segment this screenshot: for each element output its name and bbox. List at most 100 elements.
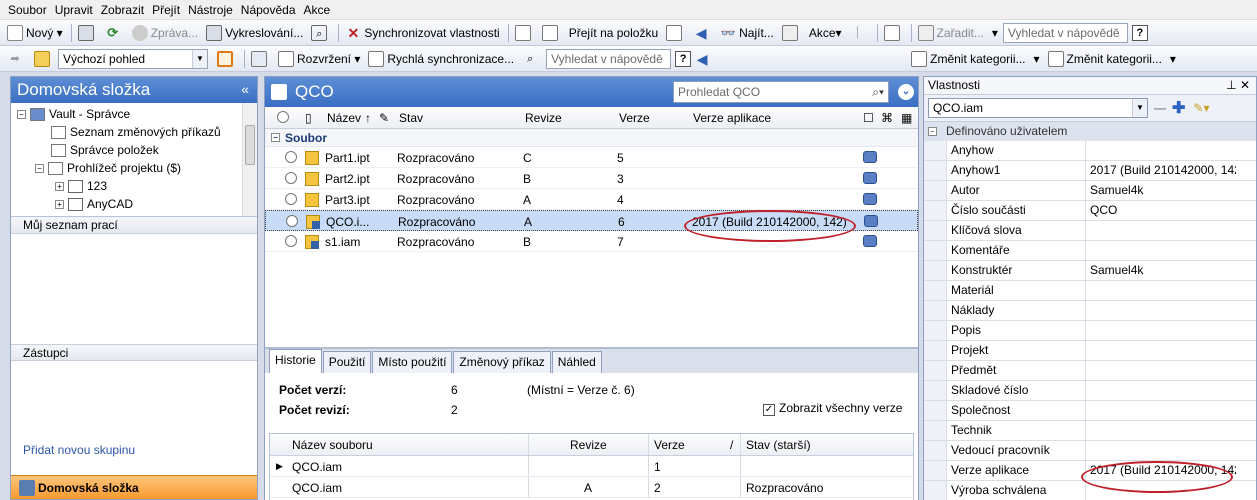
checkbox-checked-icon[interactable]: ✓ (763, 404, 775, 416)
property-value[interactable] (1086, 281, 1236, 301)
actions-button[interactable]: Akce ▾ (806, 22, 845, 44)
edit-property-icon[interactable]: ✎▾ (1193, 101, 1209, 115)
property-row[interactable]: Materiál (924, 281, 1256, 301)
drawing-button[interactable]: Vykreslování... (203, 22, 306, 44)
menu-tools[interactable]: Nástroje (188, 3, 233, 17)
column-h-version[interactable]: Verze (654, 438, 685, 452)
property-row[interactable]: Technik (924, 421, 1256, 441)
row-radio[interactable] (285, 235, 297, 247)
menu-help[interactable]: Nápověda (241, 3, 296, 17)
menu-file[interactable]: Soubor (8, 3, 47, 17)
property-value[interactable] (1086, 341, 1236, 361)
help-search-input[interactable]: Vyhledat v nápovědě (1002, 22, 1128, 43)
property-value[interactable]: QCO (1086, 201, 1236, 221)
group-row[interactable]: − Soubor (265, 129, 918, 147)
goto-item-button[interactable]: Přejít na položku (566, 22, 661, 44)
item-button[interactable] (663, 22, 688, 44)
worklist-title[interactable]: Můj seznam prací (11, 217, 257, 234)
zoom-button[interactable]: ⌕ (308, 22, 333, 44)
more-button-2[interactable]: ▾ (1031, 48, 1043, 70)
remove-property-icon[interactable]: — (1154, 101, 1166, 115)
row-radio[interactable] (285, 151, 297, 163)
column-h-state[interactable]: Stav (starší) (746, 438, 811, 452)
file-row[interactable]: Part3.ipt Rozpracováno A 4 (265, 189, 918, 210)
assign-button[interactable]: Zařadit... (915, 22, 987, 44)
folder-search-input[interactable]: Prohledat QCO ⌕▾ (673, 81, 889, 103)
property-value[interactable] (1086, 401, 1236, 421)
tab-uses[interactable]: Použití (322, 351, 372, 373)
preview-pane-button[interactable] (214, 48, 239, 70)
help-search-input-2[interactable]: Vyhledat v nápovědě (546, 48, 672, 69)
collapse-group-icon[interactable]: − (271, 133, 280, 142)
move-button[interactable] (881, 22, 906, 44)
property-value[interactable] (1086, 421, 1236, 441)
column-app-version[interactable]: Verze aplikace (693, 111, 771, 125)
object-select[interactable]: QCO.iam ▼ (928, 98, 1148, 118)
history-row[interactable]: QCO.iam A 2 Rozpracováno (270, 477, 913, 498)
sync-properties-button[interactable]: ✕ Synchronizovat vlastnosti (342, 22, 502, 44)
property-row[interactable]: Společnost (924, 401, 1256, 421)
find-item-button[interactable]: ⌕ (519, 48, 544, 70)
tab-preview[interactable]: Náhled (551, 351, 602, 373)
menu-go[interactable]: Přejít (152, 3, 180, 17)
row-radio[interactable] (285, 172, 297, 184)
expand-node-icon[interactable]: + (55, 199, 64, 209)
layout-button[interactable]: Rozvržení ▾ (275, 48, 363, 70)
delegates-title[interactable]: Zástupci (11, 344, 257, 361)
column-version[interactable]: Verze (619, 111, 650, 125)
tree-item-folder-anycad[interactable]: + AnyCAD (55, 195, 133, 213)
back-button-2[interactable]: ◀ (691, 48, 716, 70)
property-row[interactable]: Konstruktér Samuel4k (924, 261, 1256, 281)
property-value[interactable] (1086, 381, 1236, 401)
tab-where-used[interactable]: Místo použití (372, 351, 453, 373)
expand-header-icon[interactable]: ⌄ (898, 84, 914, 100)
property-row[interactable]: Popis (924, 321, 1256, 341)
doc-button[interactable] (512, 22, 537, 44)
collapse-node-icon[interactable]: − (35, 163, 44, 173)
property-row[interactable]: Komentáře (924, 241, 1256, 261)
column-state[interactable]: Stav (399, 111, 423, 125)
collapse-node-icon[interactable]: − (17, 109, 26, 119)
new-button[interactable]: Nový ▾ (4, 22, 66, 44)
property-value[interactable]: Samuel4k (1086, 181, 1236, 201)
property-row[interactable]: Autor Samuel4k (924, 181, 1256, 201)
property-row[interactable]: Skladové číslo (924, 381, 1256, 401)
tree-item-items[interactable]: Správce položek (51, 141, 159, 159)
property-row[interactable]: Projekt (924, 341, 1256, 361)
add-property-icon[interactable]: ✚ (1172, 98, 1185, 118)
help-icon[interactable]: ? (1131, 24, 1148, 41)
file-row[interactable]: Part1.ipt Rozpracováno C 5 (265, 147, 918, 168)
tree-item-project-explorer[interactable]: − Prohlížeč projektu ($) (35, 159, 181, 177)
property-row[interactable]: Číslo součásti QCO (924, 201, 1256, 221)
property-row[interactable]: Vedoucí pracovník (924, 441, 1256, 461)
more-button-1[interactable]: ▾ (989, 22, 1001, 44)
tree-scrollbar[interactable] (242, 103, 257, 216)
more-button-3[interactable]: ▾ (1167, 48, 1179, 70)
property-row[interactable]: Předmět (924, 361, 1256, 381)
actions-icon-button[interactable] (779, 22, 804, 44)
file-row[interactable]: Part2.ipt Rozpracováno B 3 (265, 168, 918, 189)
property-row[interactable]: Klíčová slova (924, 221, 1256, 241)
property-row[interactable]: Anyhow1 2017 (Build 210142000, 142) (924, 161, 1256, 181)
property-group-header[interactable]: − Definováno uživatelem (924, 121, 1256, 141)
quick-sync-button[interactable]: Rychlá synchronizace... (365, 48, 517, 70)
change-category-button-2[interactable]: Změnit kategorii... (1045, 48, 1165, 70)
tab-change-order[interactable]: Změnový příkaz (453, 351, 551, 373)
pin-icon[interactable]: ⊥ ✕ (1226, 77, 1250, 94)
tag-icon[interactable]: ⌘ (881, 111, 893, 125)
row-radio[interactable] (285, 193, 297, 205)
scrollbar-thumb[interactable] (245, 125, 255, 165)
forward-button[interactable]: ➡ (4, 48, 29, 70)
list-view-button[interactable] (248, 48, 273, 70)
row-radio[interactable] (286, 215, 298, 227)
report-button[interactable]: Zpráva... (129, 22, 201, 44)
column-revision[interactable]: Revize (525, 111, 562, 125)
copy-button[interactable] (539, 22, 564, 44)
attach-button[interactable]: ⏐ (847, 22, 872, 44)
property-value[interactable] (1086, 301, 1236, 321)
property-value[interactable] (1086, 361, 1236, 381)
add-group-link[interactable]: Přidat novou skupinu (11, 439, 257, 461)
history-row[interactable]: ▶ QCO.iam 1 (270, 456, 913, 477)
column-file-name[interactable]: Název souboru (292, 438, 373, 452)
menu-actions[interactable]: Akce (304, 3, 331, 17)
